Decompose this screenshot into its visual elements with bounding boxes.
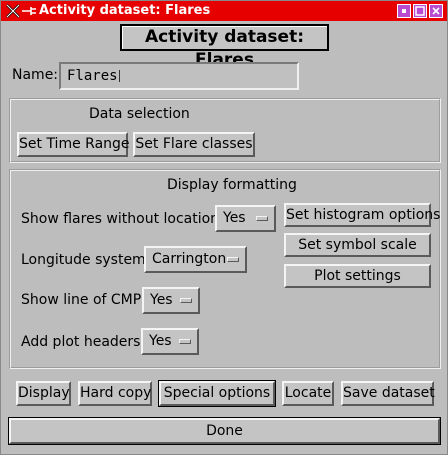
save-dataset-button[interactable]: Save dataset <box>341 381 435 406</box>
longitude-system-value: Carrington <box>152 251 227 267</box>
minimize-button[interactable] <box>397 4 411 18</box>
maximize-button[interactable] <box>413 4 427 18</box>
show-line-of-cmp-value: Yes <box>150 292 173 308</box>
show-flares-without-locations-value: Yes <box>223 210 246 226</box>
show-line-of-cmp-label: Show line of CMP: <box>21 292 146 308</box>
done-button[interactable]: Done <box>8 417 441 445</box>
close-x-icon[interactable] <box>5 3 21 19</box>
name-label: Name: <box>12 67 59 83</box>
name-value: Flares <box>67 68 118 84</box>
locate-button[interactable]: Locate <box>282 381 334 406</box>
dialog-window: Activity dataset: Flares Activity datase… <box>0 0 448 455</box>
longitude-system-select[interactable]: Carrington <box>144 246 247 273</box>
set-flare-classes-button[interactable]: Set Flare classes <box>133 132 255 157</box>
display-button[interactable]: Display <box>16 381 71 406</box>
show-flares-without-locations-select[interactable]: Yes <box>215 205 276 232</box>
pin-icon[interactable] <box>21 3 37 19</box>
option-menu-indicator-icon <box>227 256 239 262</box>
set-symbol-scale-button[interactable]: Set symbol scale <box>284 233 431 257</box>
text-cursor <box>118 70 122 82</box>
data-selection-title: Data selection <box>89 106 190 122</box>
set-histogram-options-button[interactable]: Set histogram options <box>284 203 440 227</box>
plot-settings-button[interactable]: Plot settings <box>284 264 431 288</box>
show-line-of-cmp-select[interactable]: Yes <box>142 287 200 314</box>
set-time-range-button[interactable]: Set Time Range <box>17 132 130 157</box>
option-menu-indicator-icon <box>256 215 268 221</box>
show-flares-without-locations-label: Show flares without locations: <box>21 211 232 227</box>
option-menu-indicator-icon <box>179 338 191 344</box>
option-menu-indicator-icon <box>180 297 192 303</box>
minimize-icon <box>402 9 406 13</box>
name-input[interactable]: Flares <box>59 62 299 90</box>
display-formatting-title: Display formatting <box>167 177 297 193</box>
longitude-system-label: Longitude system: <box>21 252 151 268</box>
add-plot-headers-label: Add plot headers: <box>21 334 146 350</box>
dialog-heading: Activity dataset: Flares <box>120 24 329 70</box>
add-plot-headers-value: Yes <box>149 333 172 349</box>
window-title: Activity dataset: Flares <box>39 3 211 18</box>
add-plot-headers-select[interactable]: Yes <box>141 328 199 355</box>
close-icon <box>432 7 440 15</box>
special-options-button[interactable]: Special options <box>158 380 276 407</box>
maximize-icon <box>415 6 425 16</box>
hard-copy-button[interactable]: Hard copy <box>78 381 152 406</box>
title-bar[interactable]: Activity dataset: Flares <box>1 1 447 21</box>
close-button[interactable] <box>429 4 443 18</box>
